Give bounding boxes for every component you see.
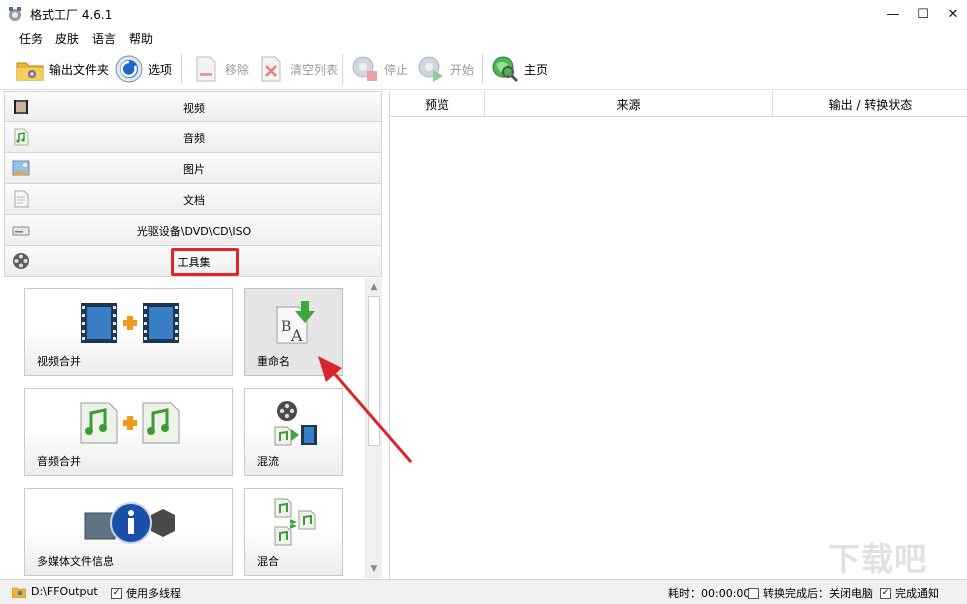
format-factory-logo-icon xyxy=(9,7,21,21)
clear-list-button[interactable]: 清空列表 xyxy=(256,53,338,85)
category-optical-drive[interactable]: 光驱设备\DVD\CD\ISO xyxy=(4,215,382,246)
start-label: 开始 xyxy=(450,62,475,77)
toolbar-separator xyxy=(482,54,483,84)
category-video[interactable]: 视频 xyxy=(4,91,382,122)
task-list-header: 预览 来源 输出 / 转换状态 xyxy=(390,91,967,117)
remove-doc-icon xyxy=(196,56,216,82)
tool-label: 混流 xyxy=(257,455,279,468)
home-label: 主页 xyxy=(524,62,549,77)
options-gear-icon xyxy=(115,55,143,83)
multithread-checkbox[interactable]: ✓ xyxy=(111,587,122,599)
tool-video-merge[interactable]: 视频合并 xyxy=(24,288,233,376)
tool-audio-merge[interactable]: 音频合并 xyxy=(24,388,233,476)
category-label: 图片 xyxy=(183,163,205,176)
notify-checkbox[interactable]: ✓ xyxy=(880,587,891,599)
scroll-up-icon[interactable]: ▲ xyxy=(366,279,382,295)
output-folder-label: 输出文件夹 xyxy=(49,62,110,77)
category-picture[interactable]: 图片 xyxy=(4,153,382,184)
tools-scrollbar[interactable]: ▲ ▼ xyxy=(365,278,382,578)
clear-list-icon xyxy=(261,56,281,82)
close-button[interactable]: ✕ xyxy=(936,0,967,28)
output-folder-button[interactable]: 输出文件夹 xyxy=(15,53,109,85)
tool-label: 视频合并 xyxy=(37,355,81,368)
elapsed-time-text: 耗时：00:00:00 xyxy=(668,587,751,600)
watermark: 下载吧 xyxy=(828,540,928,578)
remove-label: 移除 xyxy=(225,62,250,77)
elapsed-time: 耗时：00:00:00 xyxy=(668,585,750,601)
title-bar: 格式工厂 4.6.1 — ☐ ✕ xyxy=(0,0,967,28)
rename-icon: B A xyxy=(276,301,315,345)
multithread-option[interactable]: ✓ 使用多线程 xyxy=(111,585,181,601)
toolbar: 输出文件夹 选项 移除 清空列表 停止 开始 主页 xyxy=(0,48,967,90)
mux-icon xyxy=(274,401,317,446)
output-path-text: D:\FFOutput xyxy=(31,585,98,598)
tool-mix[interactable]: 混合 xyxy=(244,488,343,576)
clear-list-label: 清空列表 xyxy=(290,62,339,77)
maximize-button[interactable]: ☐ xyxy=(906,0,940,28)
multithread-label: 使用多线程 xyxy=(126,587,181,600)
column-source[interactable]: 来源 xyxy=(485,91,773,117)
column-output-status[interactable]: 输出 / 转换状态 xyxy=(773,91,967,117)
notify-label: 完成通知 xyxy=(895,587,939,600)
tool-label: 音频合并 xyxy=(37,455,81,468)
folder-icon xyxy=(12,587,26,598)
remove-button[interactable]: 移除 xyxy=(191,53,249,85)
options-button[interactable]: 选项 xyxy=(114,53,172,85)
menu-language[interactable]: 语言 xyxy=(92,30,116,47)
column-preview[interactable]: 预览 xyxy=(390,91,485,117)
output-path[interactable]: D:\FFOutput xyxy=(12,585,98,598)
tools-grid: 视频合并 B A 重命名 音频合并 混流 多媒体文件信息 混合 xyxy=(4,278,364,578)
toolbox-highlight-box xyxy=(171,248,239,276)
svg-text:A: A xyxy=(290,326,303,345)
task-list-panel: 预览 来源 输出 / 转换状态 xyxy=(389,91,967,579)
tool-media-info[interactable]: 多媒体文件信息 xyxy=(24,488,233,576)
after-complete-label: 转换完成后：关闭电脑 xyxy=(763,587,873,600)
tool-label: 重命名 xyxy=(257,355,290,368)
toolbar-separator xyxy=(181,54,182,84)
tool-label: 混合 xyxy=(257,555,279,568)
category-label: 音频 xyxy=(183,132,205,145)
toolbar-separator xyxy=(342,54,343,84)
folder-icon xyxy=(16,62,44,81)
stop-button[interactable]: 停止 xyxy=(350,53,408,85)
video-merge-icon xyxy=(81,303,179,343)
category-label: 视频 xyxy=(183,102,205,115)
menu-skin[interactable]: 皮肤 xyxy=(55,30,79,47)
minimize-button[interactable]: — xyxy=(876,0,910,28)
after-complete-checkbox[interactable] xyxy=(748,587,759,599)
stop-icon xyxy=(352,56,377,81)
menu-task[interactable]: 任务 xyxy=(19,30,43,47)
start-icon xyxy=(418,56,443,82)
category-document[interactable]: 文档 xyxy=(4,184,382,215)
svg-text:B: B xyxy=(281,319,291,335)
tool-mux[interactable]: 混流 xyxy=(244,388,343,476)
menu-help[interactable]: 帮助 xyxy=(129,30,153,47)
home-button[interactable]: 主页 xyxy=(490,53,548,85)
stop-label: 停止 xyxy=(384,62,409,77)
home-globe-icon xyxy=(492,56,519,83)
tool-label: 多媒体文件信息 xyxy=(37,555,114,568)
tool-rename[interactable]: B A 重命名 xyxy=(244,288,343,376)
scrollbar-thumb[interactable] xyxy=(368,296,380,446)
window-title: 格式工厂 4.6.1 xyxy=(30,8,113,22)
category-audio[interactable]: 音频 xyxy=(4,122,382,153)
status-bar: D:\FFOutput ✓ 使用多线程 耗时：00:00:00 转换完成后：关闭… xyxy=(0,579,967,604)
category-label: 光驱设备\DVD\CD\ISO xyxy=(136,225,252,238)
scroll-down-icon[interactable]: ▼ xyxy=(366,561,382,577)
after-complete-option[interactable]: 转换完成后：关闭电脑 xyxy=(748,585,873,601)
mix-icon xyxy=(274,498,316,546)
media-info-icon xyxy=(84,502,175,544)
notify-option[interactable]: ✓ 完成通知 xyxy=(880,585,939,601)
start-button[interactable]: 开始 xyxy=(416,53,474,85)
audio-merge-icon xyxy=(80,402,180,444)
options-label: 选项 xyxy=(148,62,173,77)
category-label: 文档 xyxy=(183,194,205,207)
menu-bar: 任务 皮肤 语言 帮助 xyxy=(0,28,967,48)
